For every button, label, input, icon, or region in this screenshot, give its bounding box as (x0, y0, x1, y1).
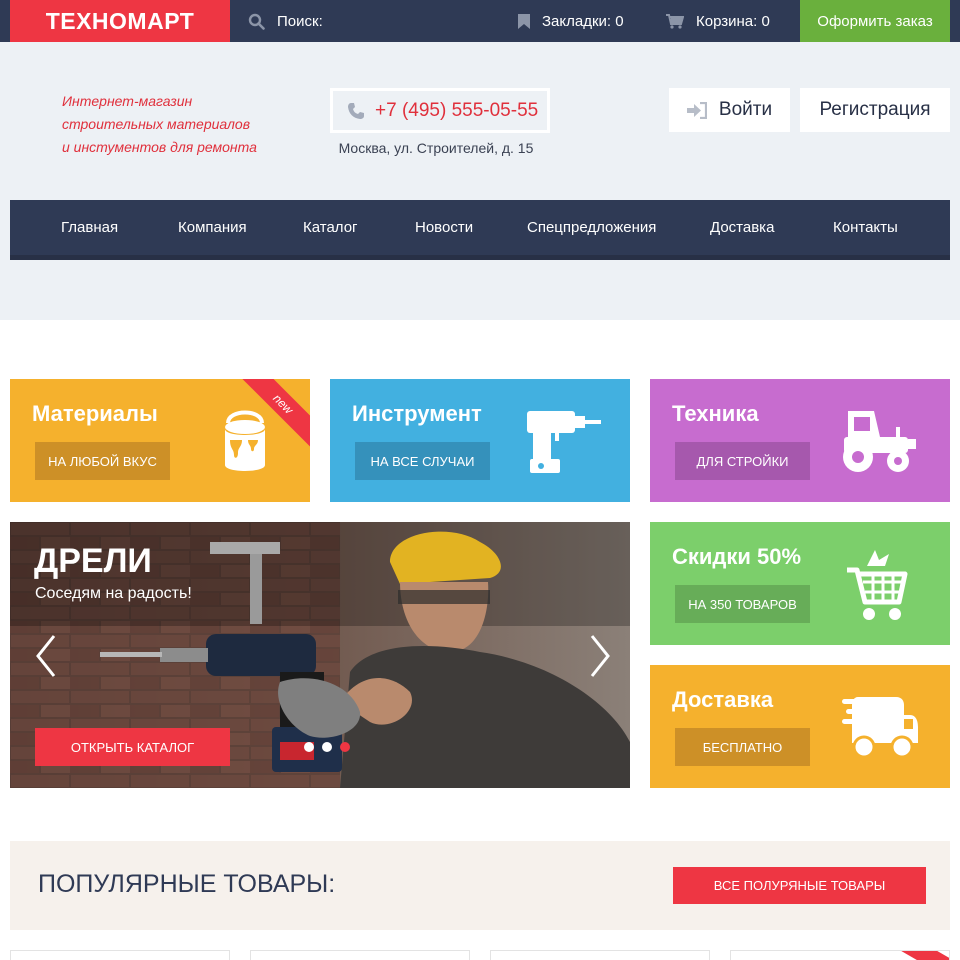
nav-item-news[interactable]: Новости (415, 200, 473, 255)
shopping-cart-icon (847, 550, 908, 620)
category-tile-materials[interactable]: Материалы НА ЛЮБОЙ ВКУС new (10, 379, 310, 502)
tractor-icon (843, 411, 916, 472)
section-title: ПОПУЛЯРНЫЕ ТОВАРЫ: (38, 870, 336, 898)
header-background (0, 42, 960, 320)
slider-subtitle: Соседям на радость! (35, 585, 192, 602)
store-address: Москва, ул. Строителей, д. 15 (338, 140, 534, 156)
slider-title: ДРЕЛИ (34, 542, 152, 580)
bookmarks-link[interactable]: Закладки: 0 (518, 0, 624, 42)
slider-dot[interactable] (304, 742, 314, 752)
promo-tile-discounts[interactable]: Скидки 50% НА 350 ТОВАРОВ (650, 522, 950, 645)
nav-item-company[interactable]: Компания (178, 200, 247, 255)
slider-next-arrow-icon[interactable] (588, 634, 612, 678)
tile-button[interactable]: ДЛЯ СТРОЙКИ (675, 442, 810, 480)
popular-products-header: ПОПУЛЯРНЫЕ ТОВАРЫ: ВСЕ ПОЛУРЯНЫЕ ТОВАРЫ (10, 841, 950, 930)
tagline-line: и инстументов для ремонта (62, 139, 257, 155)
phone-number[interactable]: +7 (495) 555-05-55 (375, 100, 538, 122)
paint-bucket-icon (225, 410, 265, 471)
phone-box: +7 (495) 555-05-55 (330, 88, 550, 133)
slider-dot-active[interactable] (340, 742, 350, 752)
product-card[interactable] (10, 950, 230, 960)
checkout-button[interactable]: Оформить заказ (800, 0, 950, 42)
product-card[interactable] (490, 950, 710, 960)
store-tagline: Интернет-магазин строительных материалов… (62, 90, 292, 159)
cart-icon (666, 13, 684, 29)
open-catalog-button[interactable]: ОТКРЫТЬ КАТАЛОГ (35, 728, 230, 766)
tile-title: Скидки 50% (672, 544, 802, 569)
category-tile-tools[interactable]: Инструмент НА ВСЕ СЛУЧАИ (330, 379, 630, 502)
product-badge (890, 951, 949, 960)
product-card[interactable] (250, 950, 470, 960)
nav-item-catalog[interactable]: Каталог (303, 200, 358, 255)
bookmark-icon (518, 13, 530, 29)
category-tile-machines[interactable]: Техника ДЛЯ СТРОЙКИ (650, 379, 950, 502)
product-card[interactable] (730, 950, 950, 960)
login-icon (686, 101, 707, 119)
tile-title: Материалы (32, 401, 158, 426)
cart-link[interactable]: Корзина: 0 (666, 0, 770, 42)
tile-title: Доставка (672, 687, 774, 712)
cart-label: Корзина: 0 (696, 12, 770, 30)
nav-item-special-offers[interactable]: Спецпредложения (527, 200, 656, 255)
nav-item-contacts[interactable]: Контакты (833, 200, 898, 255)
drill-icon (527, 411, 601, 473)
tagline-line: Интернет-магазин (62, 93, 193, 109)
tile-button[interactable]: НА ЛЮБОЙ ВКУС (35, 442, 170, 480)
login-button[interactable]: Войти (669, 88, 790, 132)
bookmarks-label: Закладки: 0 (542, 12, 624, 30)
site-logo[interactable]: ТЕХНОМАРТ (10, 0, 230, 47)
tile-button[interactable]: НА 350 ТОВАРОВ (675, 585, 810, 623)
tile-title: Техника (672, 401, 759, 426)
tile-button[interactable]: НА ВСЕ СЛУЧАИ (355, 442, 490, 480)
nav-item-delivery[interactable]: Доставка (710, 200, 774, 255)
hero-slider: ДРЕЛИ Соседям на радость! ОТКРЫТЬ КАТАЛО… (10, 522, 630, 788)
register-button[interactable]: Регистрация (800, 88, 950, 132)
search-icon (248, 13, 265, 30)
tile-title: Инструмент (352, 401, 482, 426)
main-navigation: Главная Компания Каталог Новости Спецпре… (10, 200, 950, 260)
search-label: Поиск: (277, 12, 323, 30)
truck-icon (842, 697, 918, 759)
tile-button[interactable]: БЕСПЛАТНО (675, 728, 810, 766)
slider-prev-arrow-icon[interactable] (34, 634, 58, 678)
nav-item-home[interactable]: Главная (61, 200, 118, 255)
login-label: Войти (718, 99, 773, 120)
tagline-line: строительных материалов (62, 116, 251, 132)
slider-pagination (304, 742, 350, 752)
search-field[interactable]: Поиск: (248, 0, 323, 42)
all-popular-button[interactable]: ВСЕ ПОЛУРЯНЫЕ ТОВАРЫ (673, 867, 926, 904)
slider-dot[interactable] (322, 742, 332, 752)
promo-tile-delivery[interactable]: Доставка БЕСПЛАТНО (650, 665, 950, 788)
phone-icon (348, 102, 364, 119)
